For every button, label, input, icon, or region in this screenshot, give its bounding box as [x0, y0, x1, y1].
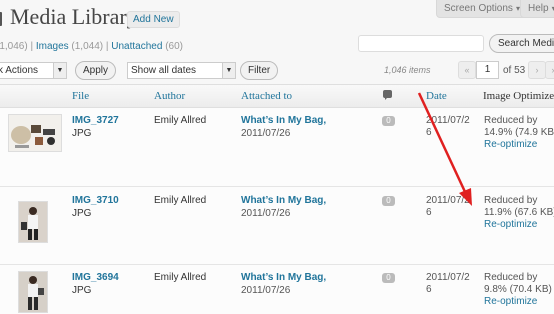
attached-to-link[interactable]: What’s In My Bag,: [241, 115, 326, 126]
filter-images-link[interactable]: Images: [36, 41, 69, 52]
reduced-amount: 11.9% (67.6 KB): [484, 207, 554, 218]
optimizer-result: Reduced by 14.9% (74.9 KB) Re-optimize: [484, 115, 554, 151]
attached-date: 2011/07/26: [241, 208, 291, 219]
page-title-text: Media Library: [10, 4, 138, 29]
column-date[interactable]: Date: [426, 90, 447, 102]
reduced-label: Reduced by: [484, 195, 538, 206]
filter-unattached-count: (60): [162, 41, 183, 52]
reoptimize-link[interactable]: Re-optimize: [484, 296, 537, 307]
comment-count-badge[interactable]: 0: [382, 116, 395, 126]
current-page-input[interactable]: 1: [476, 61, 499, 79]
media-table: File Author Attached to Date Image Optim…: [0, 84, 554, 314]
table-header: File Author Attached to Date Image Optim…: [0, 85, 554, 108]
date-value: 2011/07/26: [426, 195, 470, 218]
file-title-link[interactable]: IMG_3727: [72, 115, 119, 126]
author-name: Emily Allred: [154, 115, 207, 126]
column-author[interactable]: Author: [154, 90, 185, 102]
thumbnail-graphic: [19, 202, 47, 242]
bulk-actions-select[interactable]: k Actions ▼: [0, 62, 67, 79]
chevron-down-icon: ▼: [53, 63, 66, 78]
attached-to-link[interactable]: What’s In My Bag,: [241, 195, 326, 206]
file-type: JPG: [72, 208, 92, 219]
screen-options-tab[interactable]: Screen Options ▾: [436, 0, 528, 18]
total-pages: of 53: [503, 65, 526, 76]
optimizer-result: Reduced by 11.9% (67.6 KB) Re-optimize: [484, 195, 554, 231]
thumbnail-graphic: [11, 125, 55, 148]
reoptimize-link[interactable]: Re-optimize: [484, 219, 537, 230]
attached-date: 2011/07/26: [241, 128, 291, 139]
add-new-button[interactable]: Add New: [127, 11, 180, 28]
author-name: Emily Allred: [154, 272, 207, 283]
help-label: Help: [528, 3, 549, 14]
column-attached-to[interactable]: Attached to: [241, 90, 292, 102]
table-row: IMG_3694 JPG Emily Allred What’s In My B…: [0, 265, 554, 314]
optimizer-result: Reduced by 9.8% (70.4 KB) Re-optimize: [484, 272, 552, 308]
search-input[interactable]: [358, 35, 484, 52]
comment-count-badge[interactable]: 0: [382, 273, 395, 283]
file-title-link[interactable]: IMG_3710: [72, 195, 119, 206]
apply-button[interactable]: Apply: [75, 61, 117, 80]
date-value: 2011/07/26: [426, 115, 470, 138]
thumbnail-image[interactable]: [18, 271, 48, 313]
attached-date: 2011/07/26: [241, 285, 291, 296]
help-tab[interactable]: Help ▾: [520, 0, 554, 18]
reduced-label: Reduced by: [484, 115, 538, 126]
search-media-button[interactable]: Search Media: [489, 34, 554, 53]
dates-select[interactable]: Show all dates ▼: [127, 62, 236, 79]
column-image-optimizer: Image Optimizer: [483, 90, 554, 102]
comment-bubble-icon[interactable]: [383, 90, 392, 100]
file-title-link[interactable]: IMG_3694: [72, 272, 119, 283]
reduced-label: Reduced by: [484, 272, 538, 283]
filter-unattached-link[interactable]: Unattached: [111, 41, 162, 52]
table-row: IMG_3727 JPG Emily Allred What’s In My B…: [0, 108, 554, 187]
last-page-button[interactable]: »: [545, 61, 554, 79]
screen-options-label: Screen Options: [444, 3, 513, 14]
items-count: 1,046 items: [384, 65, 431, 75]
bulk-actions-value: k Actions: [0, 65, 39, 76]
thumbnail-image[interactable]: [8, 114, 62, 152]
reduced-amount: 9.8% (70.4 KB): [484, 284, 552, 295]
table-row: IMG_3710 JPG Emily Allred What’s In My B…: [0, 187, 554, 265]
attached-to-link[interactable]: What’s In My Bag,: [241, 272, 326, 283]
filter-images-count: (1,044): [68, 41, 104, 52]
media-menu-icon: [0, 11, 2, 26]
filter-all-count[interactable]: (1,046): [0, 41, 28, 52]
column-file[interactable]: File: [72, 90, 89, 102]
thumbnail-graphic: [19, 272, 47, 312]
thumbnail-image[interactable]: [18, 201, 48, 243]
next-page-button[interactable]: ›: [528, 61, 546, 79]
reduced-amount: 14.9% (74.9 KB): [484, 127, 554, 138]
file-type: JPG: [72, 285, 92, 296]
filter-separator: |: [27, 41, 36, 52]
page-title: Media Library: [0, 4, 138, 30]
author-name: Emily Allred: [154, 195, 207, 206]
date-value: 2011/07/26: [426, 272, 470, 295]
reoptimize-link[interactable]: Re-optimize: [484, 139, 537, 150]
first-page-button[interactable]: «: [458, 61, 476, 79]
media-type-filters: (1,046) | Images (1,044) | Unattached (6…: [0, 41, 183, 52]
file-type: JPG: [72, 128, 92, 139]
filter-button[interactable]: Filter: [240, 61, 279, 80]
comment-count-badge[interactable]: 0: [382, 196, 395, 206]
chevron-down-icon: ▼: [222, 63, 235, 78]
dates-value: Show all dates: [131, 65, 197, 76]
